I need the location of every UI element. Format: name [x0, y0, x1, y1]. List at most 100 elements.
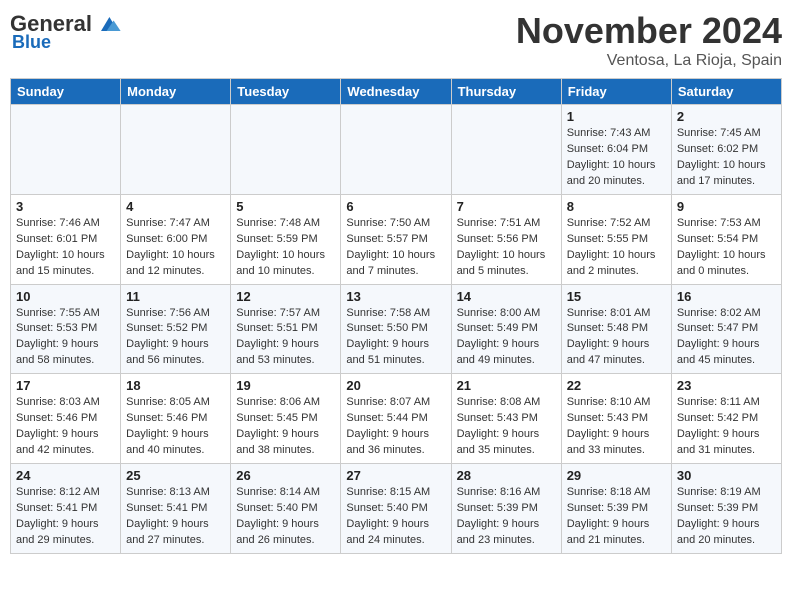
day-number: 16: [677, 289, 776, 304]
day-number: 4: [126, 199, 225, 214]
day-number: 15: [567, 289, 666, 304]
day-info: Sunrise: 8:11 AMSunset: 5:42 PMDaylight:…: [677, 395, 776, 459]
day-number: 20: [346, 378, 445, 393]
day-number: 22: [567, 378, 666, 393]
day-info: Sunrise: 8:10 AMSunset: 5:43 PMDaylight:…: [567, 395, 666, 459]
day-info: Sunrise: 8:18 AMSunset: 5:39 PMDaylight:…: [567, 485, 666, 549]
day-number: 9: [677, 199, 776, 214]
calendar-cell: 27 Sunrise: 8:15 AMSunset: 5:40 PMDayligh…: [341, 464, 451, 554]
calendar-week-row: 10Sunrise: 7:55 AMSunset: 5:53 PMDayligh…: [11, 284, 782, 374]
calendar-day-header: Wednesday: [341, 79, 451, 105]
calendar-cell: 30Sunrise: 8:19 AMSunset: 5:39 PMDayligh…: [671, 464, 781, 554]
calendar-cell: [451, 105, 561, 195]
calendar-cell: 2 Sunrise: 7:45 AMSunset: 6:02 PMDaylight…: [671, 105, 781, 195]
day-number: 12: [236, 289, 335, 304]
calendar-cell: 13Sunrise: 7:58 AMSunset: 5:50 PMDayligh…: [341, 284, 451, 374]
calendar-cell: 14Sunrise: 8:00 AMSunset: 5:49 PMDayligh…: [451, 284, 561, 374]
day-number: 7: [457, 199, 556, 214]
calendar-table: SundayMondayTuesdayWednesdayThursdayFrid…: [10, 78, 782, 554]
day-number: 13: [346, 289, 445, 304]
logo-icon: [94, 10, 122, 38]
day-info: Sunrise: 7:48 AMSunset: 5:59 PMDaylight:…: [236, 216, 335, 280]
title-area: November 2024 Ventosa, La Rioja, Spain: [516, 10, 782, 70]
calendar-cell: 22 Sunrise: 8:10 AMSunset: 5:43 PMDayligh…: [561, 374, 671, 464]
calendar-cell: 9Sunrise: 7:53 AMSunset: 5:54 PMDaylight…: [671, 194, 781, 284]
day-info: Sunrise: 8:14 AMSunset: 5:40 PMDaylight:…: [236, 485, 335, 549]
day-number: 6: [346, 199, 445, 214]
calendar-week-row: 24 Sunrise: 8:12 AMSunset: 5:41 PMDayligh…: [11, 464, 782, 554]
calendar-cell: 20Sunrise: 8:07 AMSunset: 5:44 PMDayligh…: [341, 374, 451, 464]
day-info: Sunrise: 7:57 AMSunset: 5:51 PMDaylight:…: [236, 306, 335, 370]
calendar-cell: 6 Sunrise: 7:50 AMSunset: 5:57 PMDaylight…: [341, 194, 451, 284]
day-number: 26: [236, 468, 335, 483]
day-info: Sunrise: 8:15 AMSunset: 5:40 PMDaylight:…: [346, 485, 445, 549]
calendar-day-header: Tuesday: [231, 79, 341, 105]
day-number: 17: [16, 378, 115, 393]
day-number: 8: [567, 199, 666, 214]
day-number: 30: [677, 468, 776, 483]
calendar-day-header: Thursday: [451, 79, 561, 105]
page-header: General Blue November 2024 Ventosa, La R…: [10, 10, 782, 70]
day-number: 1: [567, 109, 666, 124]
day-number: 5: [236, 199, 335, 214]
day-number: 27: [346, 468, 445, 483]
day-info: Sunrise: 8:02 AMSunset: 5:47 PMDaylight:…: [677, 306, 776, 370]
calendar-header-row: SundayMondayTuesdayWednesdayThursdayFrid…: [11, 79, 782, 105]
day-info: Sunrise: 8:06 AMSunset: 5:45 PMDaylight:…: [236, 395, 335, 459]
calendar-cell: 10Sunrise: 7:55 AMSunset: 5:53 PMDayligh…: [11, 284, 121, 374]
day-number: 28: [457, 468, 556, 483]
calendar-cell: 24 Sunrise: 8:12 AMSunset: 5:41 PMDayligh…: [11, 464, 121, 554]
month-year-title: November 2024: [516, 10, 782, 52]
calendar-day-header: Saturday: [671, 79, 781, 105]
calendar-cell: 29 Sunrise: 8:18 AMSunset: 5:39 PMDayligh…: [561, 464, 671, 554]
calendar-day-header: Sunday: [11, 79, 121, 105]
calendar-day-header: Friday: [561, 79, 671, 105]
calendar-cell: 8 Sunrise: 7:52 AMSunset: 5:55 PMDaylight…: [561, 194, 671, 284]
calendar-cell: 17Sunrise: 8:03 AMSunset: 5:46 PMDayligh…: [11, 374, 121, 464]
calendar-week-row: 3Sunrise: 7:46 AMSunset: 6:01 PMDaylight…: [11, 194, 782, 284]
logo-blue-text: Blue: [12, 32, 51, 53]
calendar-cell: [341, 105, 451, 195]
day-number: 23: [677, 378, 776, 393]
day-info: Sunrise: 7:47 AMSunset: 6:00 PMDaylight:…: [126, 216, 225, 280]
day-number: 29: [567, 468, 666, 483]
day-number: 11: [126, 289, 225, 304]
day-info: Sunrise: 8:16 AMSunset: 5:39 PMDaylight:…: [457, 485, 556, 549]
day-info: Sunrise: 8:01 AMSunset: 5:48 PMDaylight:…: [567, 306, 666, 370]
calendar-cell: 5 Sunrise: 7:48 AMSunset: 5:59 PMDaylight…: [231, 194, 341, 284]
day-info: Sunrise: 7:50 AMSunset: 5:57 PMDaylight:…: [346, 216, 445, 280]
day-info: Sunrise: 7:45 AMSunset: 6:02 PMDaylight:…: [677, 126, 776, 190]
day-number: 21: [457, 378, 556, 393]
day-info: Sunrise: 8:13 AMSunset: 5:41 PMDaylight:…: [126, 485, 225, 549]
day-info: Sunrise: 8:12 AMSunset: 5:41 PMDaylight:…: [16, 485, 115, 549]
day-info: Sunrise: 8:08 AMSunset: 5:43 PMDaylight:…: [457, 395, 556, 459]
day-info: Sunrise: 7:55 AMSunset: 5:53 PMDaylight:…: [16, 306, 115, 370]
day-info: Sunrise: 7:52 AMSunset: 5:55 PMDaylight:…: [567, 216, 666, 280]
calendar-cell: 28 Sunrise: 8:16 AMSunset: 5:39 PMDayligh…: [451, 464, 561, 554]
calendar-cell: 23 Sunrise: 8:11 AMSunset: 5:42 PMDayligh…: [671, 374, 781, 464]
calendar-cell: 21 Sunrise: 8:08 AMSunset: 5:43 PMDayligh…: [451, 374, 561, 464]
logo: General Blue: [10, 10, 122, 53]
day-number: 14: [457, 289, 556, 304]
day-info: Sunrise: 7:51 AMSunset: 5:56 PMDaylight:…: [457, 216, 556, 280]
calendar-cell: 3Sunrise: 7:46 AMSunset: 6:01 PMDaylight…: [11, 194, 121, 284]
calendar-cell: 1 Sunrise: 7:43 AMSunset: 6:04 PMDaylight…: [561, 105, 671, 195]
calendar-cell: 11 Sunrise: 7:56 AMSunset: 5:52 PMDayligh…: [121, 284, 231, 374]
calendar-cell: 12 Sunrise: 7:57 AMSunset: 5:51 PMDayligh…: [231, 284, 341, 374]
calendar-cell: 16 Sunrise: 8:02 AMSunset: 5:47 PMDayligh…: [671, 284, 781, 374]
calendar-cell: 7 Sunrise: 7:51 AMSunset: 5:56 PMDaylight…: [451, 194, 561, 284]
calendar-cell: [11, 105, 121, 195]
day-info: Sunrise: 7:43 AMSunset: 6:04 PMDaylight:…: [567, 126, 666, 190]
day-info: Sunrise: 7:56 AMSunset: 5:52 PMDaylight:…: [126, 306, 225, 370]
day-number: 2: [677, 109, 776, 124]
location-subtitle: Ventosa, La Rioja, Spain: [516, 52, 782, 70]
day-info: Sunrise: 8:05 AMSunset: 5:46 PMDaylight:…: [126, 395, 225, 459]
calendar-week-row: 1 Sunrise: 7:43 AMSunset: 6:04 PMDaylight…: [11, 105, 782, 195]
calendar-cell: 19 Sunrise: 8:06 AMSunset: 5:45 PMDayligh…: [231, 374, 341, 464]
calendar-cell: 25Sunrise: 8:13 AMSunset: 5:41 PMDayligh…: [121, 464, 231, 554]
day-number: 19: [236, 378, 335, 393]
calendar-cell: [231, 105, 341, 195]
calendar-cell: 26 Sunrise: 8:14 AMSunset: 5:40 PMDayligh…: [231, 464, 341, 554]
day-number: 24: [16, 468, 115, 483]
day-number: 3: [16, 199, 115, 214]
